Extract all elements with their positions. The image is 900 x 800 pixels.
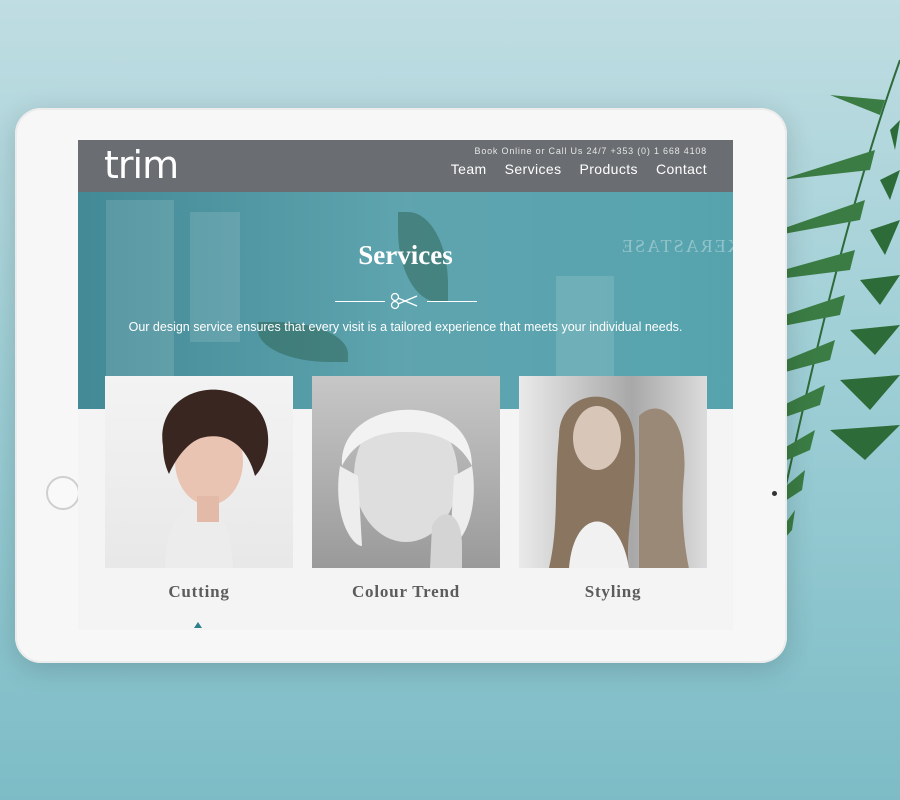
website-screen: trim Book Online or Call Us 24/7 +353 (0… (78, 140, 733, 630)
scissors-icon (390, 292, 418, 310)
page-title: Services (358, 240, 453, 270)
service-label-cutting[interactable]: Cutting (105, 582, 293, 602)
divider-line-right (427, 301, 477, 302)
tablet-home-button[interactable] (46, 476, 80, 510)
nav-item-team[interactable]: Team (451, 161, 487, 177)
service-label-styling[interactable]: Styling (519, 582, 707, 602)
service-label-colour-trend[interactable]: Colour Trend (312, 582, 500, 602)
site-header: trim Book Online or Call Us 24/7 +353 (0… (78, 140, 733, 192)
main-nav: Team Services Products Contact (451, 161, 707, 177)
nav-item-contact[interactable]: Contact (656, 161, 707, 177)
hero-shelf-left (106, 200, 174, 390)
booking-contact-line[interactable]: Book Online or Call Us 24/7 +353 (0) 1 6… (475, 146, 707, 156)
site-logo[interactable]: trim (104, 143, 179, 187)
divider-line-left (335, 301, 385, 302)
title-divider (335, 292, 477, 310)
service-card-colour-image[interactable] (312, 376, 500, 568)
cutting-portrait (162, 389, 269, 568)
nav-item-services[interactable]: Services (505, 161, 562, 177)
nav-item-products[interactable]: Products (579, 161, 637, 177)
active-indicator-icon (194, 622, 202, 628)
hero-tagline: Our design service ensures that every vi… (128, 320, 683, 334)
styling-portrait (549, 396, 689, 568)
service-card-cutting-image[interactable] (105, 376, 293, 568)
colour-trend-portrait (338, 409, 474, 568)
service-card-styling-image[interactable] (519, 376, 707, 568)
tablet-camera (772, 491, 777, 496)
